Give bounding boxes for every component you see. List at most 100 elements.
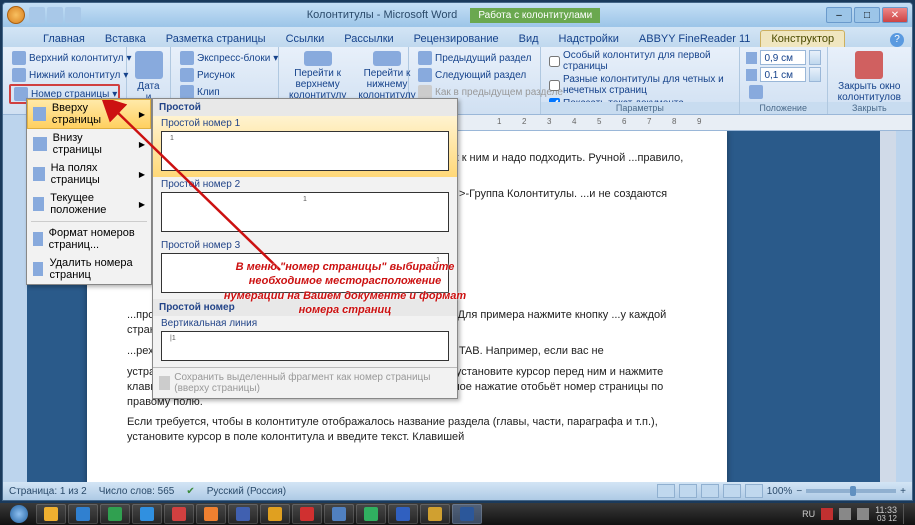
menu-bottom-of-page[interactable]: Внизу страницы▶ [27,129,151,159]
save-icon[interactable] [29,7,45,23]
tray-volume-icon[interactable] [857,508,869,520]
header-from-top-spinner[interactable]: 0,9 см [746,50,821,65]
taskbar-app[interactable] [132,504,162,524]
help-icon[interactable]: ? [890,33,904,47]
spell-check-icon[interactable]: ✔ [186,486,194,497]
next-section-button[interactable]: Следующий раздел [415,67,534,83]
doc-paragraph: Если требуется, чтобы в колонтитуле отоб… [127,415,687,445]
taskbar-app[interactable] [228,504,258,524]
gallery-save-selection[interactable]: Сохранить выделенный фрагмент как номер … [153,367,457,398]
taskbar-app[interactable] [164,504,194,524]
previous-section-button[interactable]: Предыдущий раздел [415,50,534,66]
tab-insert[interactable]: Вставка [95,31,156,47]
menu-current-position[interactable]: Текущее положение▶ [27,189,151,219]
top-page-icon [33,107,46,121]
close-button[interactable]: ✕ [882,7,908,23]
tray-language[interactable]: RU [802,509,815,519]
taskbar-word[interactable] [452,504,482,524]
office-button[interactable] [7,6,25,24]
tab-abbyy[interactable]: ABBYY FineReader 11 [629,31,761,47]
word-count[interactable]: Число слов: 565 [99,486,175,497]
taskbar-app[interactable] [324,504,354,524]
print-layout-view-button[interactable] [657,484,675,498]
tray-flag-icon[interactable] [821,508,833,520]
footer-icon [12,68,26,82]
taskbar-app[interactable] [68,504,98,524]
tab-home[interactable]: Главная [33,31,95,47]
page-indicator[interactable]: Страница: 1 из 2 [9,486,87,497]
remove-icon [33,262,43,276]
margin-bottom-icon [746,69,758,81]
quick-parts-button[interactable]: Экспресс-блоки ▾ [177,50,272,66]
different-first-page-checkbox[interactable]: Особый колонтитул для первой страницы [547,50,733,72]
start-button[interactable] [4,503,34,525]
page-number-menu: Вверху страницы▶ Внизу страницы▶ На поля… [26,98,152,285]
taskbar-app[interactable] [356,504,386,524]
show-desktop-button[interactable] [903,504,911,524]
taskbar-app[interactable] [196,504,226,524]
close-hf-icon [855,51,883,79]
calendar-icon [135,51,163,79]
goto-footer-icon [373,51,401,66]
cursor-icon [33,197,44,211]
tab-review[interactable]: Рецензирование [404,31,509,47]
language-indicator[interactable]: Русский (Россия) [207,486,286,497]
picture-icon [180,68,194,82]
full-screen-view-button[interactable] [679,484,697,498]
tray-date[interactable]: 03 12 [875,515,897,523]
tab-icon [749,85,763,99]
tab-view[interactable]: Вид [509,31,549,47]
windows-logo-icon [10,505,28,523]
footer-from-bottom-spinner[interactable]: 0,1 см [746,67,821,82]
goto-header-icon [304,51,332,66]
menu-remove-page-numbers[interactable]: Удалить номера страниц [27,254,151,284]
zoom-slider[interactable] [806,489,896,493]
minimize-button[interactable]: – [826,7,852,23]
maximize-button[interactable]: □ [854,7,880,23]
options-group-label: Параметры [541,102,739,114]
close-group-label: Закрыть [828,102,911,114]
different-odd-even-checkbox[interactable]: Разные колонтитулы для четных и нечетных… [547,74,733,96]
gallery-item-plain-2[interactable]: Простой номер 2 1 [153,177,457,238]
undo-icon[interactable] [47,7,63,23]
menu-page-margins[interactable]: На полях страницы▶ [27,159,151,189]
insert-alignment-tab-button[interactable] [746,84,821,100]
gallery-item-plain-1[interactable]: Простой номер 1 1 [153,116,457,177]
tab-design[interactable]: Конструктор [760,30,845,47]
web-layout-view-button[interactable] [701,484,719,498]
menu-format-page-numbers[interactable]: Формат номеров страниц... [27,224,151,254]
gallery-item-vertical-line[interactable]: Вертикальная линия |1 [153,316,457,367]
zoom-level[interactable]: 100% [767,486,793,497]
title-bar: Колонтитулы - Microsoft Word Работа с ко… [3,3,912,27]
document-title: Колонтитулы - Microsoft Word [307,9,457,21]
draft-view-button[interactable] [745,484,763,498]
outline-view-button[interactable] [723,484,741,498]
zoom-in-button[interactable]: + [900,486,906,497]
tray-network-icon[interactable] [839,508,851,520]
vertical-scrollbar[interactable] [880,131,896,482]
context-tab-title: Работа с колонтитулами [470,8,600,23]
picture-button[interactable]: Рисунок [177,67,272,83]
taskbar-app[interactable] [36,504,66,524]
taskbar-app[interactable] [100,504,130,524]
redo-icon[interactable] [65,7,81,23]
taskbar-app[interactable] [420,504,450,524]
next-icon [418,68,432,82]
tab-references[interactable]: Ссылки [276,31,335,47]
taskbar-app[interactable] [260,504,290,524]
footer-button[interactable]: Нижний колонтитул ▾ [9,67,120,83]
gallery-item-plain-3[interactable]: Простой номер 3 1 [153,238,457,299]
goto-header-button[interactable]: Перейти к верхнему колонтитулу [283,49,352,103]
zoom-out-button[interactable]: − [796,486,802,497]
taskbar-app[interactable] [292,504,322,524]
ribbon-tabs: Главная Вставка Разметка страницы Ссылки… [3,27,912,47]
tab-page-layout[interactable]: Разметка страницы [156,31,276,47]
taskbar-app[interactable] [388,504,418,524]
gallery-category: Простой номер [153,299,457,316]
link-icon [418,85,432,99]
header-button[interactable]: Верхний колонтитул ▾ [9,50,120,66]
close-header-footer-button[interactable]: Закрыть окно колонтитулов [832,49,907,105]
tab-addins[interactable]: Надстройки [549,31,629,47]
menu-top-of-page[interactable]: Вверху страницы▶ [27,99,151,129]
tab-mailings[interactable]: Рассылки [334,31,403,47]
